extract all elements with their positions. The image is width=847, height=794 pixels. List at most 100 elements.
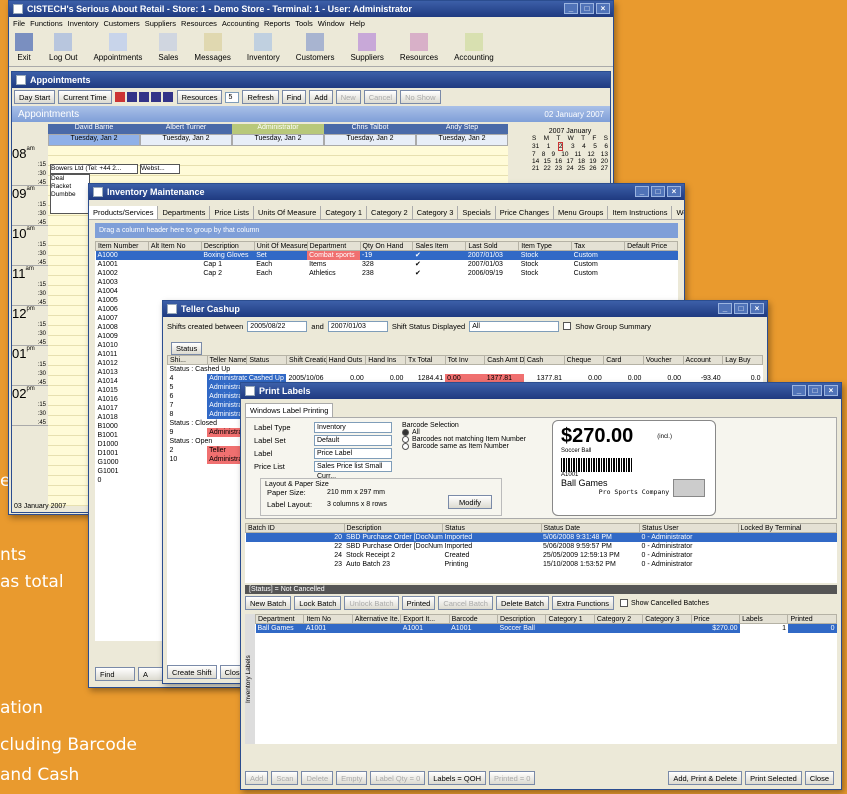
bottom-button[interactable]: Delete	[301, 771, 334, 785]
column-header[interactable]: Voucher	[642, 355, 684, 365]
calendar-day[interactable]: 19	[589, 158, 596, 165]
radio-all[interactable]	[402, 429, 409, 436]
form-select[interactable]: Inventory	[314, 422, 392, 433]
close-button[interactable]: Close	[804, 771, 834, 785]
form-select[interactable]: Default	[314, 435, 392, 446]
column-header[interactable]: Cheque	[563, 355, 605, 365]
resource-column[interactable]: Andy Step Tuesday, Jan 2	[416, 124, 508, 146]
column-header[interactable]: Export It...	[400, 614, 450, 624]
calendar-day[interactable]: 11	[575, 151, 582, 158]
column-header[interactable]: Department	[255, 614, 305, 624]
calendar-day[interactable]: 5	[593, 143, 597, 150]
minimize-icon[interactable]: _	[792, 385, 806, 396]
show-cancelled-checkbox[interactable]	[620, 599, 629, 607]
new-button[interactable]: New	[335, 90, 361, 104]
label-items-grid[interactable]: Department Item No Alternative Ite... Expor…	[255, 614, 837, 744]
menu-customers[interactable]: Customers	[103, 19, 139, 28]
column-header[interactable]: Alt Item No	[147, 241, 202, 251]
minimize-icon[interactable]: _	[635, 186, 649, 197]
column-header[interactable]: Tot Inv	[444, 355, 486, 365]
batch-grid[interactable]: Batch ID Description Status Status Date Stat…	[245, 523, 837, 583]
column-header[interactable]: Hand Outs	[325, 355, 367, 365]
calendar-day[interactable]: 21	[532, 165, 539, 172]
menu-file[interactable]: File	[13, 19, 25, 28]
calendar-day[interactable]: 7	[532, 151, 536, 158]
column-header[interactable]: Category 1	[545, 614, 595, 624]
column-header[interactable]: Card	[603, 355, 644, 365]
column-header[interactable]: Lay Buy	[722, 355, 763, 365]
table-row[interactable]: A1001 Cap 1 Each Items 328 ✔ 2007/01/03 Stock Cu…	[96, 260, 678, 269]
close-icon[interactable]: ×	[824, 385, 838, 396]
tab-specials[interactable]: Specials	[458, 206, 496, 219]
tab-products-services[interactable]: Products/Services	[89, 206, 159, 219]
column-header[interactable]: Printed	[787, 614, 837, 624]
column-header[interactable]: Teller Name	[206, 355, 248, 365]
column-header[interactable]: Description	[200, 241, 255, 251]
batch-button[interactable]: Delete Batch	[495, 596, 549, 610]
mini-calendar[interactable]: 2007 January S M T W T F S 31 1 2 3 4 5 6 7 8 9 10 11 12 13 1…	[532, 128, 608, 172]
calendar-day[interactable]: 1	[547, 143, 551, 150]
tab-item-instructions[interactable]: Item Instructions	[608, 206, 673, 219]
bottom-button[interactable]: Scan	[271, 771, 299, 785]
calendar-day[interactable]: 20	[601, 158, 608, 165]
calendar-day[interactable]: 12	[587, 151, 594, 158]
bottom-button[interactable]: Add	[245, 771, 269, 785]
column-header[interactable]: Sales Item	[412, 241, 467, 251]
minimize-icon[interactable]: _	[718, 303, 732, 314]
view-icon[interactable]	[126, 92, 137, 102]
column-header[interactable]: Hand Ins	[365, 355, 406, 365]
column-header[interactable]: Description	[497, 614, 547, 624]
column-header[interactable]: Tx Total	[404, 355, 446, 365]
table-row[interactable]: A1000 Boxing Gloves Set Combat sports -19 ✔ 20…	[95, 250, 678, 260]
calendar-day[interactable]: 8	[542, 151, 546, 158]
calendar-day[interactable]: 14	[532, 158, 539, 165]
tab-price-lists[interactable]: Price Lists	[210, 206, 254, 219]
tab-menu-groups[interactable]: Menu Groups	[554, 206, 609, 219]
calendar-day[interactable]: 22	[543, 165, 550, 172]
resources-button[interactable]: Resources	[400, 33, 438, 62]
radio-same[interactable]	[402, 443, 409, 450]
batch-button[interactable]: Extra Functions	[551, 596, 615, 610]
bottom-button[interactable]: Label Qty = 0	[370, 771, 426, 785]
table-row[interactable]: 22 SBD Purchase Order [DocNum: 2] Imported…	[246, 542, 837, 551]
calendar-day[interactable]: 4	[582, 143, 586, 150]
calendar-day[interactable]: 24	[566, 165, 573, 172]
column-header[interactable]: Cash Amt Due	[484, 355, 525, 365]
column-header[interactable]: Category 3	[642, 614, 692, 624]
column-header[interactable]: Unit Of Measure	[253, 241, 308, 251]
appointments-button[interactable]: Appointments	[93, 33, 142, 62]
calendar-day[interactable]: 3	[571, 143, 575, 150]
column-header[interactable]: Item Number	[95, 241, 149, 251]
column-header[interactable]: Cash	[523, 355, 565, 365]
calendar-day[interactable]: 10	[561, 151, 568, 158]
batch-button[interactable]: New Batch	[245, 596, 292, 610]
table-row[interactable]: 24 Stock Receipt 2 Created 25/05/2009 12:59…	[246, 551, 837, 560]
column-header[interactable]: Category 2	[593, 614, 644, 624]
column-header[interactable]: Barcode	[448, 614, 499, 624]
column-header[interactable]: Labels	[739, 614, 789, 624]
calendar-day[interactable]: 15	[543, 158, 550, 165]
menu-resources[interactable]: Resources	[181, 19, 217, 28]
bottom-button[interactable]: Printed = 0	[488, 771, 536, 785]
tab-units-of-measure[interactable]: Units Of Measure	[254, 206, 322, 219]
table-row[interactable]: A1003	[96, 278, 678, 287]
menu-inventory[interactable]: Inventory	[68, 19, 99, 28]
menu-help[interactable]: Help	[349, 19, 364, 28]
menu-window[interactable]: Window	[318, 19, 345, 28]
resource-column[interactable]: David Barrie Tuesday, Jan 2	[48, 124, 140, 146]
tab-price-changes[interactable]: Price Changes	[496, 206, 554, 219]
column-header[interactable]: Account	[682, 355, 724, 365]
messages-button[interactable]: Messages	[194, 33, 231, 62]
form-select[interactable]: Sales Price list Small Curr...	[314, 461, 392, 480]
modify-button[interactable]: Modify	[448, 495, 492, 509]
summary-checkbox[interactable]	[563, 322, 572, 330]
menu-reports[interactable]: Reports	[264, 19, 290, 28]
column-header[interactable]: Description	[343, 523, 443, 533]
appointment-event[interactable]: Deal Racket Dumbbe	[50, 174, 90, 214]
column-header[interactable]: Department	[306, 241, 361, 251]
status-group-header[interactable]: Status	[171, 342, 203, 355]
column-header[interactable]: Price	[690, 614, 741, 624]
view-icon[interactable]	[162, 92, 173, 102]
calendar-day[interactable]: 13	[601, 151, 608, 158]
table-row[interactable]: A1004	[96, 287, 678, 296]
